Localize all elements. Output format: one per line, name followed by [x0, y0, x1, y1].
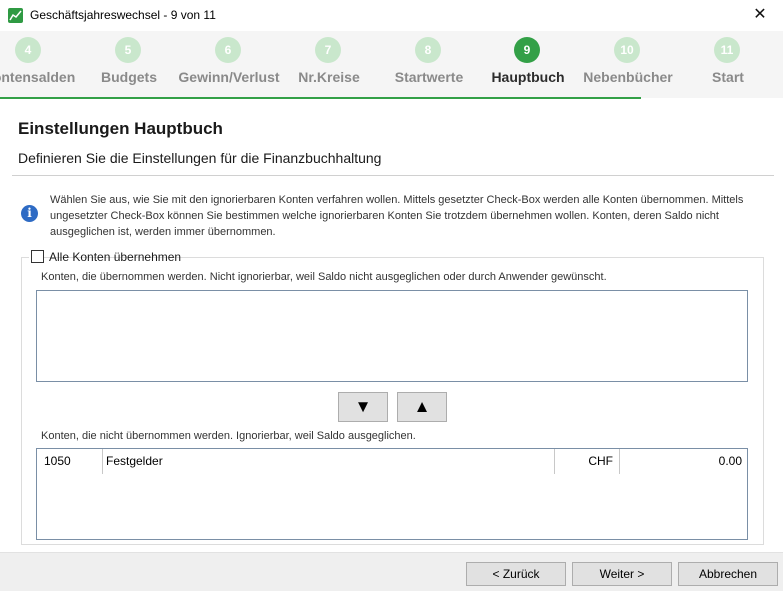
account-name: Festgelder [103, 449, 555, 474]
step-number: 5 [115, 37, 141, 63]
title-bar: Geschäftsjahreswechsel - 9 von 11 ✕ [0, 0, 783, 31]
step-label: Start [712, 69, 744, 85]
step-nebenbuecher: 10 Nebenbücher [578, 31, 678, 98]
move-up-button[interactable]: ▲ [397, 392, 447, 422]
wizard-steps: 4 Kontensalden 5 Budgets 6 Gewinn/Verlus… [0, 31, 783, 98]
account-balance: 0.00 [718, 454, 742, 468]
transferred-accounts-list[interactable] [36, 290, 748, 382]
step-number: 7 [315, 37, 341, 63]
step-gewinn-verlust: 6 Gewinn/Verlust [178, 31, 280, 98]
step-number: 10 [614, 37, 640, 63]
app-chart-icon [8, 8, 23, 23]
step-budgets: 5 Budgets [79, 31, 179, 98]
info-text: Wählen Sie aus, wie Sie mit den ignorier… [50, 194, 744, 238]
info-icon: i [21, 205, 38, 222]
step-number: 4 [15, 37, 41, 63]
ignored-accounts-label: Konten, die nicht übernommen werden. Ign… [41, 430, 416, 442]
back-button[interactable]: < Zurück [466, 562, 566, 586]
window-title: Geschäftsjahreswechsel - 9 von 11 [30, 8, 216, 22]
page-subtitle: Definieren Sie die Einstellungen für die… [18, 150, 382, 166]
step-hauptbuch: 9 Hauptbuch [478, 31, 578, 98]
checkbox-box[interactable] [31, 250, 44, 263]
page-title: Einstellungen Hauptbuch [18, 119, 223, 138]
step-number: 8 [415, 37, 441, 63]
step-number: 11 [714, 37, 740, 63]
checkbox-label[interactable]: Alle Konten übernehmen [49, 250, 181, 264]
ignored-accounts-list[interactable]: 1050 Festgelder CHF 0.00 [36, 448, 748, 540]
next-button[interactable]: Weiter > [572, 562, 672, 586]
step-startwerte: 8 Startwerte [379, 31, 479, 98]
step-number: 9 [514, 37, 540, 63]
account-number: 1050 [37, 449, 103, 474]
move-down-button[interactable]: ▼ [338, 392, 388, 422]
header-divider [12, 175, 774, 176]
step-kontensalden: 4 Kontensalden [0, 31, 79, 98]
step-start: 11 Start [678, 31, 778, 98]
step-number: 6 [215, 37, 241, 63]
step-nr-kreise: 7 Nr.Kreise [279, 31, 379, 98]
transferred-accounts-label: Konten, die übernommen werden. Nicht ign… [41, 271, 607, 283]
account-currency: CHF [555, 449, 620, 474]
table-row[interactable]: 1050 Festgelder CHF 0.00 [37, 449, 747, 474]
close-icon[interactable]: ✕ [737, 0, 783, 31]
all-accounts-checkbox[interactable]: Alle Konten übernehmen [29, 248, 181, 266]
cancel-button[interactable]: Abbrechen [678, 562, 778, 586]
step-progress-line [0, 97, 641, 99]
